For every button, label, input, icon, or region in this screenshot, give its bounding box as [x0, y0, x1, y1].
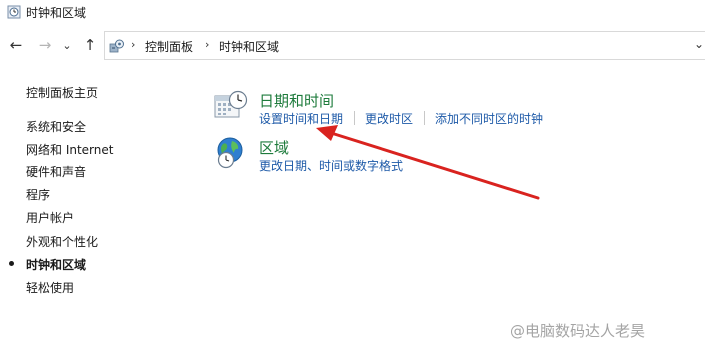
sidebar-item-programs[interactable]: 程序: [26, 186, 50, 203]
breadcrumb-control-panel[interactable]: 控制面板: [145, 38, 193, 55]
link-set-time-date[interactable]: 设置时间和日期: [259, 110, 343, 127]
sidebar-item-network-internet[interactable]: 网络和 Internet: [26, 141, 113, 158]
back-arrow-icon[interactable]: ←: [8, 36, 24, 54]
sidebar-item-clock-region[interactable]: 时钟和区域: [26, 256, 86, 273]
control-panel-icon: [109, 39, 124, 53]
title-bar: 时钟和区域: [0, 0, 705, 26]
address-dropdown-chevron-icon[interactable]: ⌄: [694, 37, 704, 51]
breadcrumb-separator[interactable]: ›: [205, 38, 209, 51]
link-divider: [424, 111, 425, 125]
sidebar-item-appearance[interactable]: 外观和个性化: [26, 233, 98, 250]
up-arrow-icon[interactable]: ↑: [82, 36, 98, 54]
watermark-text: @电脑数码达人老昊: [510, 322, 646, 340]
link-divider: [354, 111, 355, 125]
address-bar[interactable]: › 控制面板 › 时钟和区域 ⌄: [104, 31, 705, 60]
date-time-icon: [214, 90, 248, 118]
window-title: 时钟和区域: [26, 6, 87, 20]
clock-region-app-icon: [7, 5, 21, 19]
link-change-timezone[interactable]: 更改时区: [365, 110, 413, 127]
sidebar-item-hardware-sound[interactable]: 硬件和声音: [26, 163, 86, 180]
recent-locations-chevron-icon[interactable]: ⌄: [61, 36, 73, 54]
sidebar-item-control-panel-home[interactable]: 控制面板主页: [26, 84, 98, 101]
sidebar-item-ease-of-access[interactable]: 轻松使用: [26, 279, 74, 296]
forward-arrow-icon[interactable]: →: [37, 36, 53, 54]
section-title-date-time[interactable]: 日期和时间: [259, 90, 334, 111]
breadcrumb-separator[interactable]: ›: [131, 38, 135, 51]
active-item-bullet: [9, 261, 14, 266]
sidebar-item-user-accounts[interactable]: 用户帐户: [26, 209, 74, 226]
link-add-clocks[interactable]: 添加不同时区的时钟: [435, 110, 543, 127]
navigation-bar: ← → ⌄ ↑ › 控制面板 › 时钟和区域 ⌄: [0, 30, 705, 62]
globe-clock-icon: [217, 137, 243, 169]
link-change-formats[interactable]: 更改日期、时间或数字格式: [259, 157, 403, 174]
section-title-region[interactable]: 区域: [259, 137, 289, 158]
breadcrumb-clock-region[interactable]: 时钟和区域: [219, 38, 279, 55]
sidebar-item-system-security[interactable]: 系统和安全: [26, 118, 86, 135]
